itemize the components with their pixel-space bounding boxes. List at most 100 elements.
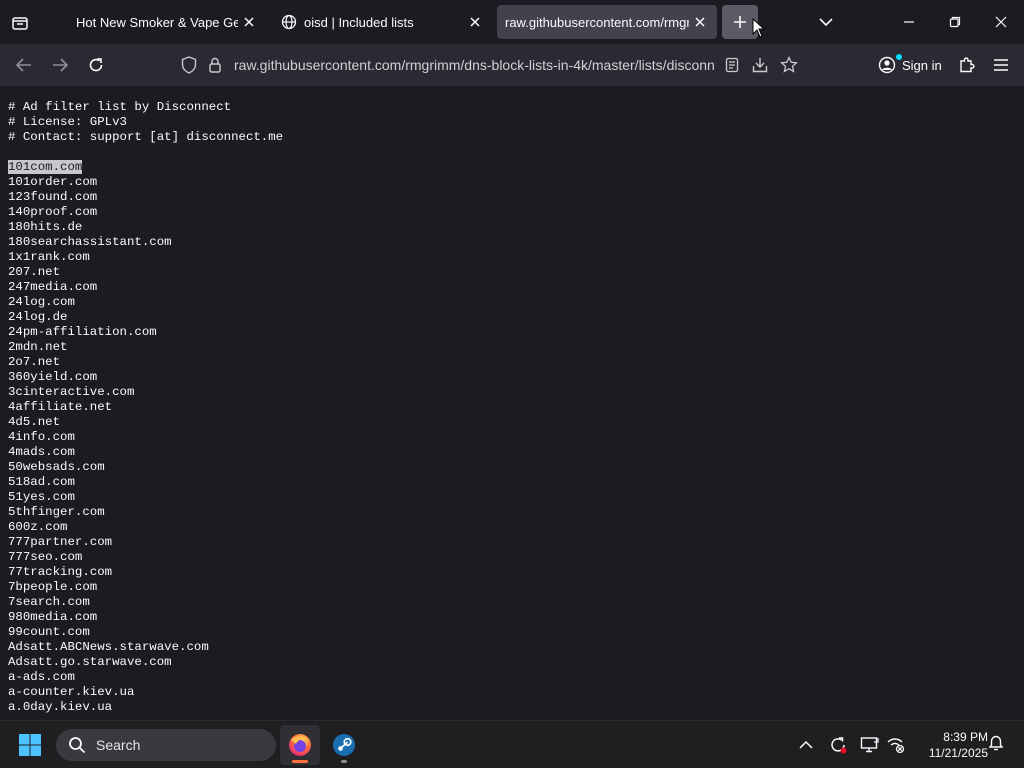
search-icon bbox=[69, 737, 86, 754]
url-text[interactable]: raw.githubusercontent.com/rmgrimm/dns-bl… bbox=[234, 57, 714, 73]
restore-icon bbox=[949, 16, 961, 28]
bookmark-star-button[interactable] bbox=[777, 53, 801, 77]
chevron-down-icon bbox=[819, 18, 833, 27]
minimize-button[interactable] bbox=[886, 0, 932, 44]
close-window-button[interactable] bbox=[978, 0, 1024, 44]
list-item: 2o7.net bbox=[8, 355, 61, 369]
list-item: 207.net bbox=[8, 265, 61, 279]
list-item: 4affiliate.net bbox=[8, 400, 113, 414]
system-clock[interactable]: 8:39 PM 11/21/2025 bbox=[912, 729, 988, 761]
extensions-button[interactable] bbox=[952, 50, 982, 80]
arrow-left-icon bbox=[16, 58, 31, 72]
list-item: 2mdn.net bbox=[8, 340, 68, 354]
tab-oisd-included-lists[interactable]: oisd | Included lists bbox=[274, 5, 492, 39]
restore-button[interactable] bbox=[932, 0, 978, 44]
taskbar-search-box[interactable]: Search bbox=[56, 729, 276, 761]
list-all-tabs-button[interactable] bbox=[812, 9, 840, 35]
sync-icon bbox=[831, 737, 847, 754]
list-item: 777seo.com bbox=[8, 550, 83, 564]
list-item: 1x1rank.com bbox=[8, 250, 90, 264]
list-item: 77tracking.com bbox=[8, 565, 113, 579]
start-button[interactable] bbox=[18, 733, 42, 762]
list-item: 360yield.com bbox=[8, 370, 98, 384]
list-item: 101com.com bbox=[8, 160, 1024, 175]
save-to-pocket-button[interactable] bbox=[748, 53, 772, 77]
list-item: 180hits.de bbox=[8, 220, 83, 234]
sign-in-button[interactable]: Sign in bbox=[870, 50, 950, 80]
close-tab-button[interactable] bbox=[464, 11, 486, 33]
list-item: 101order.com bbox=[8, 175, 98, 189]
notification-bell-icon bbox=[988, 735, 1004, 751]
clock-time: 8:39 PM bbox=[943, 730, 988, 744]
list-item: 7bpeople.com bbox=[8, 580, 98, 594]
taskbar-steam[interactable] bbox=[324, 725, 364, 765]
tab-smoker-vape[interactable]: Hot New Smoker & Vape Gear | bbox=[62, 5, 266, 39]
list-item: 24log.de bbox=[8, 310, 68, 324]
plain-text-document: # Ad filter list by Disconnect # License:… bbox=[0, 86, 1024, 720]
close-icon bbox=[470, 17, 480, 27]
close-tab-button[interactable] bbox=[238, 11, 260, 33]
tab-title: raw.githubusercontent.com/rmgrimm bbox=[505, 14, 689, 30]
list-item: 4mads.com bbox=[8, 445, 75, 459]
sign-in-label: Sign in bbox=[902, 57, 942, 73]
list-item: 180searchassistant.com bbox=[8, 235, 172, 249]
list-item: 7search.com bbox=[8, 595, 90, 609]
url-bar[interactable]: raw.githubusercontent.com/rmgrimm/dns-bl… bbox=[176, 49, 720, 81]
network-disconnected-icon bbox=[887, 738, 905, 754]
list-item: 140proof.com bbox=[8, 205, 98, 219]
list-item: 24pm-affiliation.com bbox=[8, 325, 157, 339]
reader-view-button[interactable] bbox=[720, 53, 744, 77]
domain-list: 101order.com 123found.com 140proof.com 180h… bbox=[8, 175, 1024, 715]
show-hidden-icons-button[interactable] bbox=[794, 733, 818, 757]
back-button[interactable] bbox=[9, 50, 39, 80]
taskbar-firefox[interactable] bbox=[280, 725, 320, 765]
forward-button[interactable] bbox=[45, 50, 75, 80]
list-item: 3cinteractive.com bbox=[8, 385, 135, 399]
reload-button[interactable] bbox=[81, 50, 111, 80]
list-item: 518ad.com bbox=[8, 475, 75, 489]
tracking-protection-shield-icon[interactable] bbox=[176, 56, 202, 74]
list-item: Adsatt.ABCNews.starwave.com bbox=[8, 640, 209, 654]
list-item: Adsatt.go.starwave.com bbox=[8, 655, 172, 669]
firefox-view-icon bbox=[12, 17, 28, 30]
running-indicator bbox=[292, 760, 308, 763]
comment-header: # Ad filter list by Disconnect # License:… bbox=[8, 100, 1024, 145]
comment-line: # License: GPLv3 bbox=[8, 115, 127, 129]
running-indicator bbox=[341, 760, 347, 763]
list-item: a.0day.kiev.ua bbox=[8, 700, 113, 714]
display-tray-icon[interactable] bbox=[858, 733, 882, 757]
windows-logo-icon bbox=[19, 734, 41, 756]
list-item: 123found.com bbox=[8, 190, 98, 204]
tab-raw-github[interactable]: raw.githubusercontent.com/rmgrimm bbox=[497, 5, 717, 39]
steam-icon bbox=[333, 734, 355, 756]
application-menu-button[interactable] bbox=[986, 50, 1016, 80]
lock-icon[interactable] bbox=[202, 57, 228, 73]
list-item: a-ads.com bbox=[8, 670, 75, 684]
plus-icon bbox=[734, 16, 746, 28]
download-icon bbox=[752, 58, 768, 73]
globe-icon bbox=[280, 13, 298, 31]
hamburger-menu-icon bbox=[994, 59, 1008, 71]
close-tab-button[interactable] bbox=[689, 11, 711, 33]
notification-center-button[interactable] bbox=[986, 733, 1006, 758]
comment-line: # Contact: support [at] disconnect.me bbox=[8, 130, 284, 144]
list-item: 980media.com bbox=[8, 610, 98, 624]
list-item: 51yes.com bbox=[8, 490, 75, 504]
windows-taskbar: Search 8:39 PM 11/21/2025 bbox=[0, 720, 1024, 768]
list-item: 5thfinger.com bbox=[8, 505, 105, 519]
star-icon bbox=[780, 56, 798, 73]
firefox-view-button[interactable] bbox=[6, 9, 34, 37]
sync-status-tray-icon[interactable] bbox=[826, 733, 850, 757]
tab-title: Hot New Smoker & Vape Gear | bbox=[76, 14, 238, 30]
tab-title: oisd | Included lists bbox=[304, 14, 414, 30]
list-item: a-counter.kiev.ua bbox=[8, 685, 135, 699]
list-item: 24log.com bbox=[8, 295, 75, 309]
account-icon bbox=[878, 56, 896, 74]
navigation-toolbar: raw.githubusercontent.com/rmgrimm/dns-bl… bbox=[0, 44, 1024, 86]
list-item: 600z.com bbox=[8, 520, 68, 534]
network-volume-tray-icon[interactable] bbox=[884, 733, 908, 757]
mouse-pointer-icon bbox=[752, 17, 766, 43]
arrow-right-icon bbox=[53, 58, 68, 72]
notification-dot bbox=[896, 54, 902, 60]
